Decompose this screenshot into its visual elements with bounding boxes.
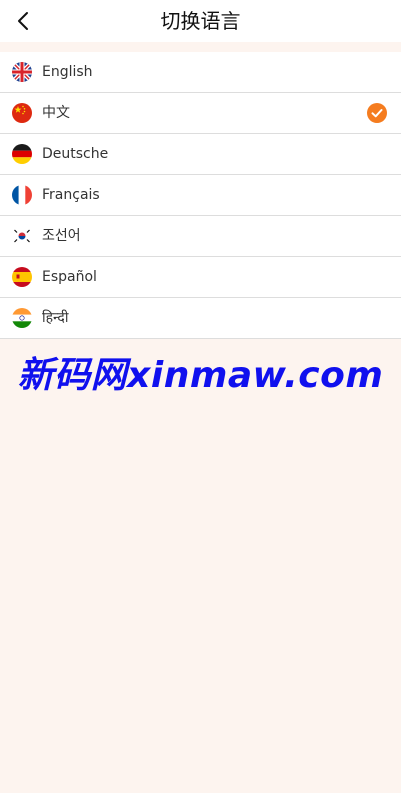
china-flag-icon [12, 103, 32, 123]
india-flag-icon [12, 308, 32, 328]
watermark-text: 新码网xinmaw.com [17, 355, 384, 396]
spain-flag-icon [12, 267, 32, 287]
language-label: English [42, 64, 93, 80]
korea-flag-icon [12, 226, 32, 246]
language-item-german[interactable]: Deutsche [0, 134, 401, 175]
language-item-hindi[interactable]: हिन्दी [0, 298, 401, 339]
language-label: 조선어 [42, 228, 81, 244]
language-item-english[interactable]: English [0, 52, 401, 93]
language-label: Deutsche [42, 146, 109, 162]
language-label: हिन्दी [42, 310, 69, 326]
germany-flag-icon [12, 144, 32, 164]
language-label: Español [42, 269, 97, 285]
language-item-spanish[interactable]: Español [0, 257, 401, 298]
uk-flag-icon [12, 62, 32, 82]
language-label: 中文 [42, 105, 70, 121]
france-flag-icon [12, 185, 32, 205]
language-label: Français [42, 187, 100, 203]
language-item-chinese[interactable]: 中文 [0, 93, 401, 134]
check-circle-icon [367, 103, 387, 123]
language-item-korean[interactable]: 조선어 [0, 216, 401, 257]
language-item-french[interactable]: Français [0, 175, 401, 216]
header-bar: 切换语言 [0, 0, 401, 42]
header-spacer [0, 42, 401, 52]
language-list: English 中文 Deutsche Français 조선어 Español… [0, 52, 401, 339]
page-title: 切换语言 [160, 9, 241, 33]
